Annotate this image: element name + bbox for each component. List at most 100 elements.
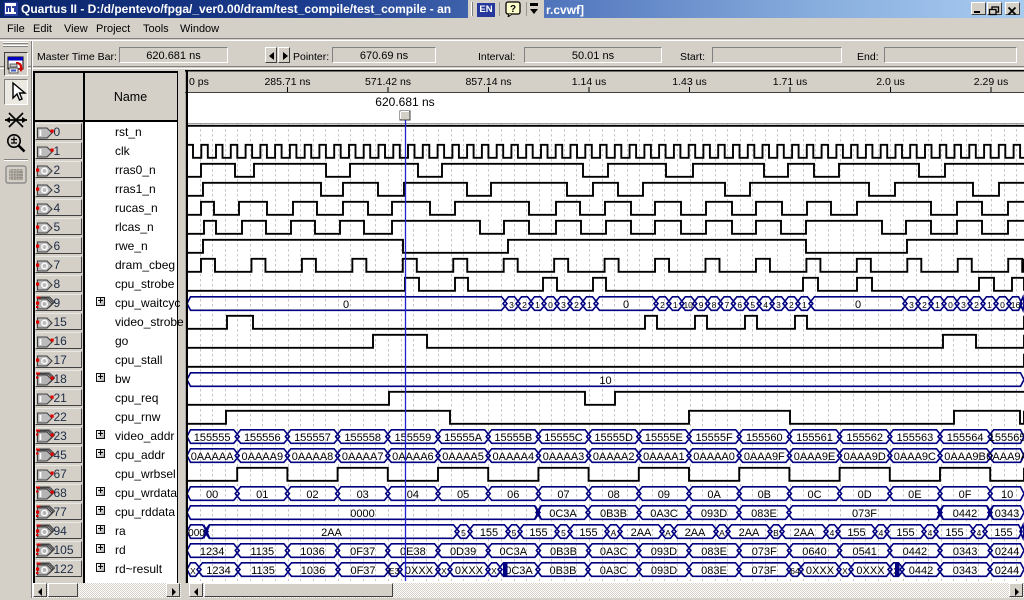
svg-text:1: 1 [587, 300, 592, 310]
svg-text:X: X [842, 566, 848, 576]
svg-text:155: 155 [480, 527, 498, 539]
svg-text:0: 0 [1000, 300, 1005, 310]
svg-text:0343: 0343 [953, 565, 977, 577]
svg-text:0: 0 [855, 299, 861, 311]
svg-text:155558: 155558 [344, 432, 381, 444]
svg-text:857.14 ns: 857.14 ns [465, 76, 511, 88]
svg-text:0C3A: 0C3A [500, 546, 528, 558]
svg-text:0AAAA2: 0AAAA2 [593, 451, 635, 463]
svg-text:15555A: 15555A [444, 432, 483, 444]
svg-text:2AA: 2AA [739, 527, 760, 539]
svg-text:0 ps: 0 ps [189, 76, 209, 88]
svg-text:1036: 1036 [300, 546, 324, 558]
svg-text:64: 64 [790, 566, 800, 576]
svg-text:0343: 0343 [995, 508, 1019, 520]
svg-text:155: 155 [994, 527, 1012, 539]
svg-text:01: 01 [256, 489, 268, 501]
svg-text:0AAAA1: 0AAAA1 [643, 451, 685, 463]
svg-text:4: 4 [763, 300, 768, 310]
svg-text:155: 155 [945, 527, 963, 539]
svg-text:0F37: 0F37 [350, 546, 375, 558]
svg-text:1135: 1135 [250, 546, 274, 558]
svg-text:B: B [773, 528, 779, 538]
svg-text:07: 07 [557, 489, 569, 501]
svg-text:0AAA9D: 0AAA9D [844, 451, 886, 463]
svg-text:0D39: 0D39 [450, 546, 476, 558]
svg-text:571.42 ns: 571.42 ns [365, 76, 411, 88]
svg-text:0AAAA4: 0AAAA4 [493, 451, 535, 463]
svg-text:1: 1 [802, 300, 807, 310]
svg-text:1135: 1135 [251, 565, 275, 577]
svg-text:155: 155 [896, 527, 914, 539]
svg-text:3: 3 [561, 300, 566, 310]
svg-text:10: 10 [1001, 489, 1013, 501]
svg-text:1036: 1036 [301, 565, 325, 577]
svg-text:0AAAA8: 0AAAA8 [292, 451, 334, 463]
svg-text:1: 1 [935, 300, 940, 310]
svg-text:0442: 0442 [909, 565, 933, 577]
svg-text:5: 5 [512, 528, 517, 538]
svg-text:0F: 0F [959, 489, 972, 501]
svg-text:X: X [441, 566, 447, 576]
svg-text:0AAAA6: 0AAAA6 [392, 451, 434, 463]
svg-text:10: 10 [683, 300, 693, 310]
svg-text:03: 03 [357, 489, 369, 501]
svg-text:2AA: 2AA [685, 527, 706, 539]
svg-text:0AAAA7: 0AAAA7 [342, 451, 384, 463]
svg-text:155561: 155561 [796, 432, 833, 444]
svg-text:0C3A: 0C3A [549, 508, 577, 520]
svg-text:0AAAA9: 0AAAA9 [242, 451, 284, 463]
svg-text:0A: 0A [707, 489, 721, 501]
svg-text:620.681 ns: 620.681 ns [375, 95, 434, 109]
svg-text:0: 0 [623, 299, 629, 311]
svg-text:0C3A: 0C3A [505, 565, 533, 577]
svg-text:0442: 0442 [903, 546, 927, 558]
svg-text:155562: 155562 [846, 432, 883, 444]
svg-text:0442: 0442 [953, 508, 977, 520]
svg-text:4: 4 [977, 528, 982, 538]
svg-text:5: 5 [750, 300, 755, 310]
svg-text:0A3C: 0A3C [600, 546, 628, 558]
svg-text:05: 05 [457, 489, 469, 501]
svg-text:0B3B: 0B3B [550, 565, 577, 577]
svg-text:0E: 0E [908, 489, 921, 501]
svg-text:3: 3 [961, 300, 966, 310]
svg-text:285.71 ns: 285.71 ns [264, 76, 310, 88]
svg-text:1: 1 [987, 300, 992, 310]
svg-text:2: 2 [522, 300, 527, 310]
svg-text:0: 0 [343, 299, 349, 311]
svg-text:1.71 us: 1.71 us [773, 76, 807, 88]
svg-text:2AA: 2AA [794, 527, 815, 539]
svg-text:10: 10 [599, 375, 611, 387]
svg-text:15555B: 15555B [494, 432, 532, 444]
svg-text:0244: 0244 [995, 565, 1019, 577]
svg-text:073F: 073F [852, 508, 877, 520]
svg-text:073F: 073F [751, 565, 776, 577]
svg-text:0: 0 [948, 300, 953, 310]
svg-text:0D: 0D [858, 489, 872, 501]
svg-text:155559: 155559 [395, 432, 432, 444]
svg-text:X: X [491, 566, 497, 576]
svg-text:0AAAA0: 0AAAA0 [693, 451, 735, 463]
svg-text:155564: 155564 [947, 432, 984, 444]
svg-text:16: 16 [1011, 300, 1021, 310]
svg-text:02: 02 [306, 489, 318, 501]
svg-text:3: 3 [509, 300, 514, 310]
svg-text:0AAA9A: 0AAA9A [986, 451, 1024, 463]
svg-text:2AA: 2AA [321, 527, 342, 539]
svg-text:2: 2 [789, 300, 794, 310]
svg-text:1234: 1234 [200, 546, 224, 558]
svg-text:6: 6 [737, 300, 742, 310]
svg-text:0XXX: 0XXX [455, 565, 484, 577]
svg-text:0640: 0640 [802, 546, 826, 558]
svg-text:3: 3 [776, 300, 781, 310]
svg-text:000: 000 [188, 528, 205, 539]
svg-text:9: 9 [699, 300, 704, 310]
svg-text:2.0 us: 2.0 us [876, 76, 905, 88]
svg-text:155563: 155563 [897, 432, 934, 444]
svg-text:155: 155 [847, 527, 865, 539]
svg-text:2: 2 [574, 300, 579, 310]
svg-text:4: 4 [879, 528, 884, 538]
svg-text:0000: 0000 [350, 508, 374, 520]
svg-text:1.43 us: 1.43 us [672, 76, 706, 88]
